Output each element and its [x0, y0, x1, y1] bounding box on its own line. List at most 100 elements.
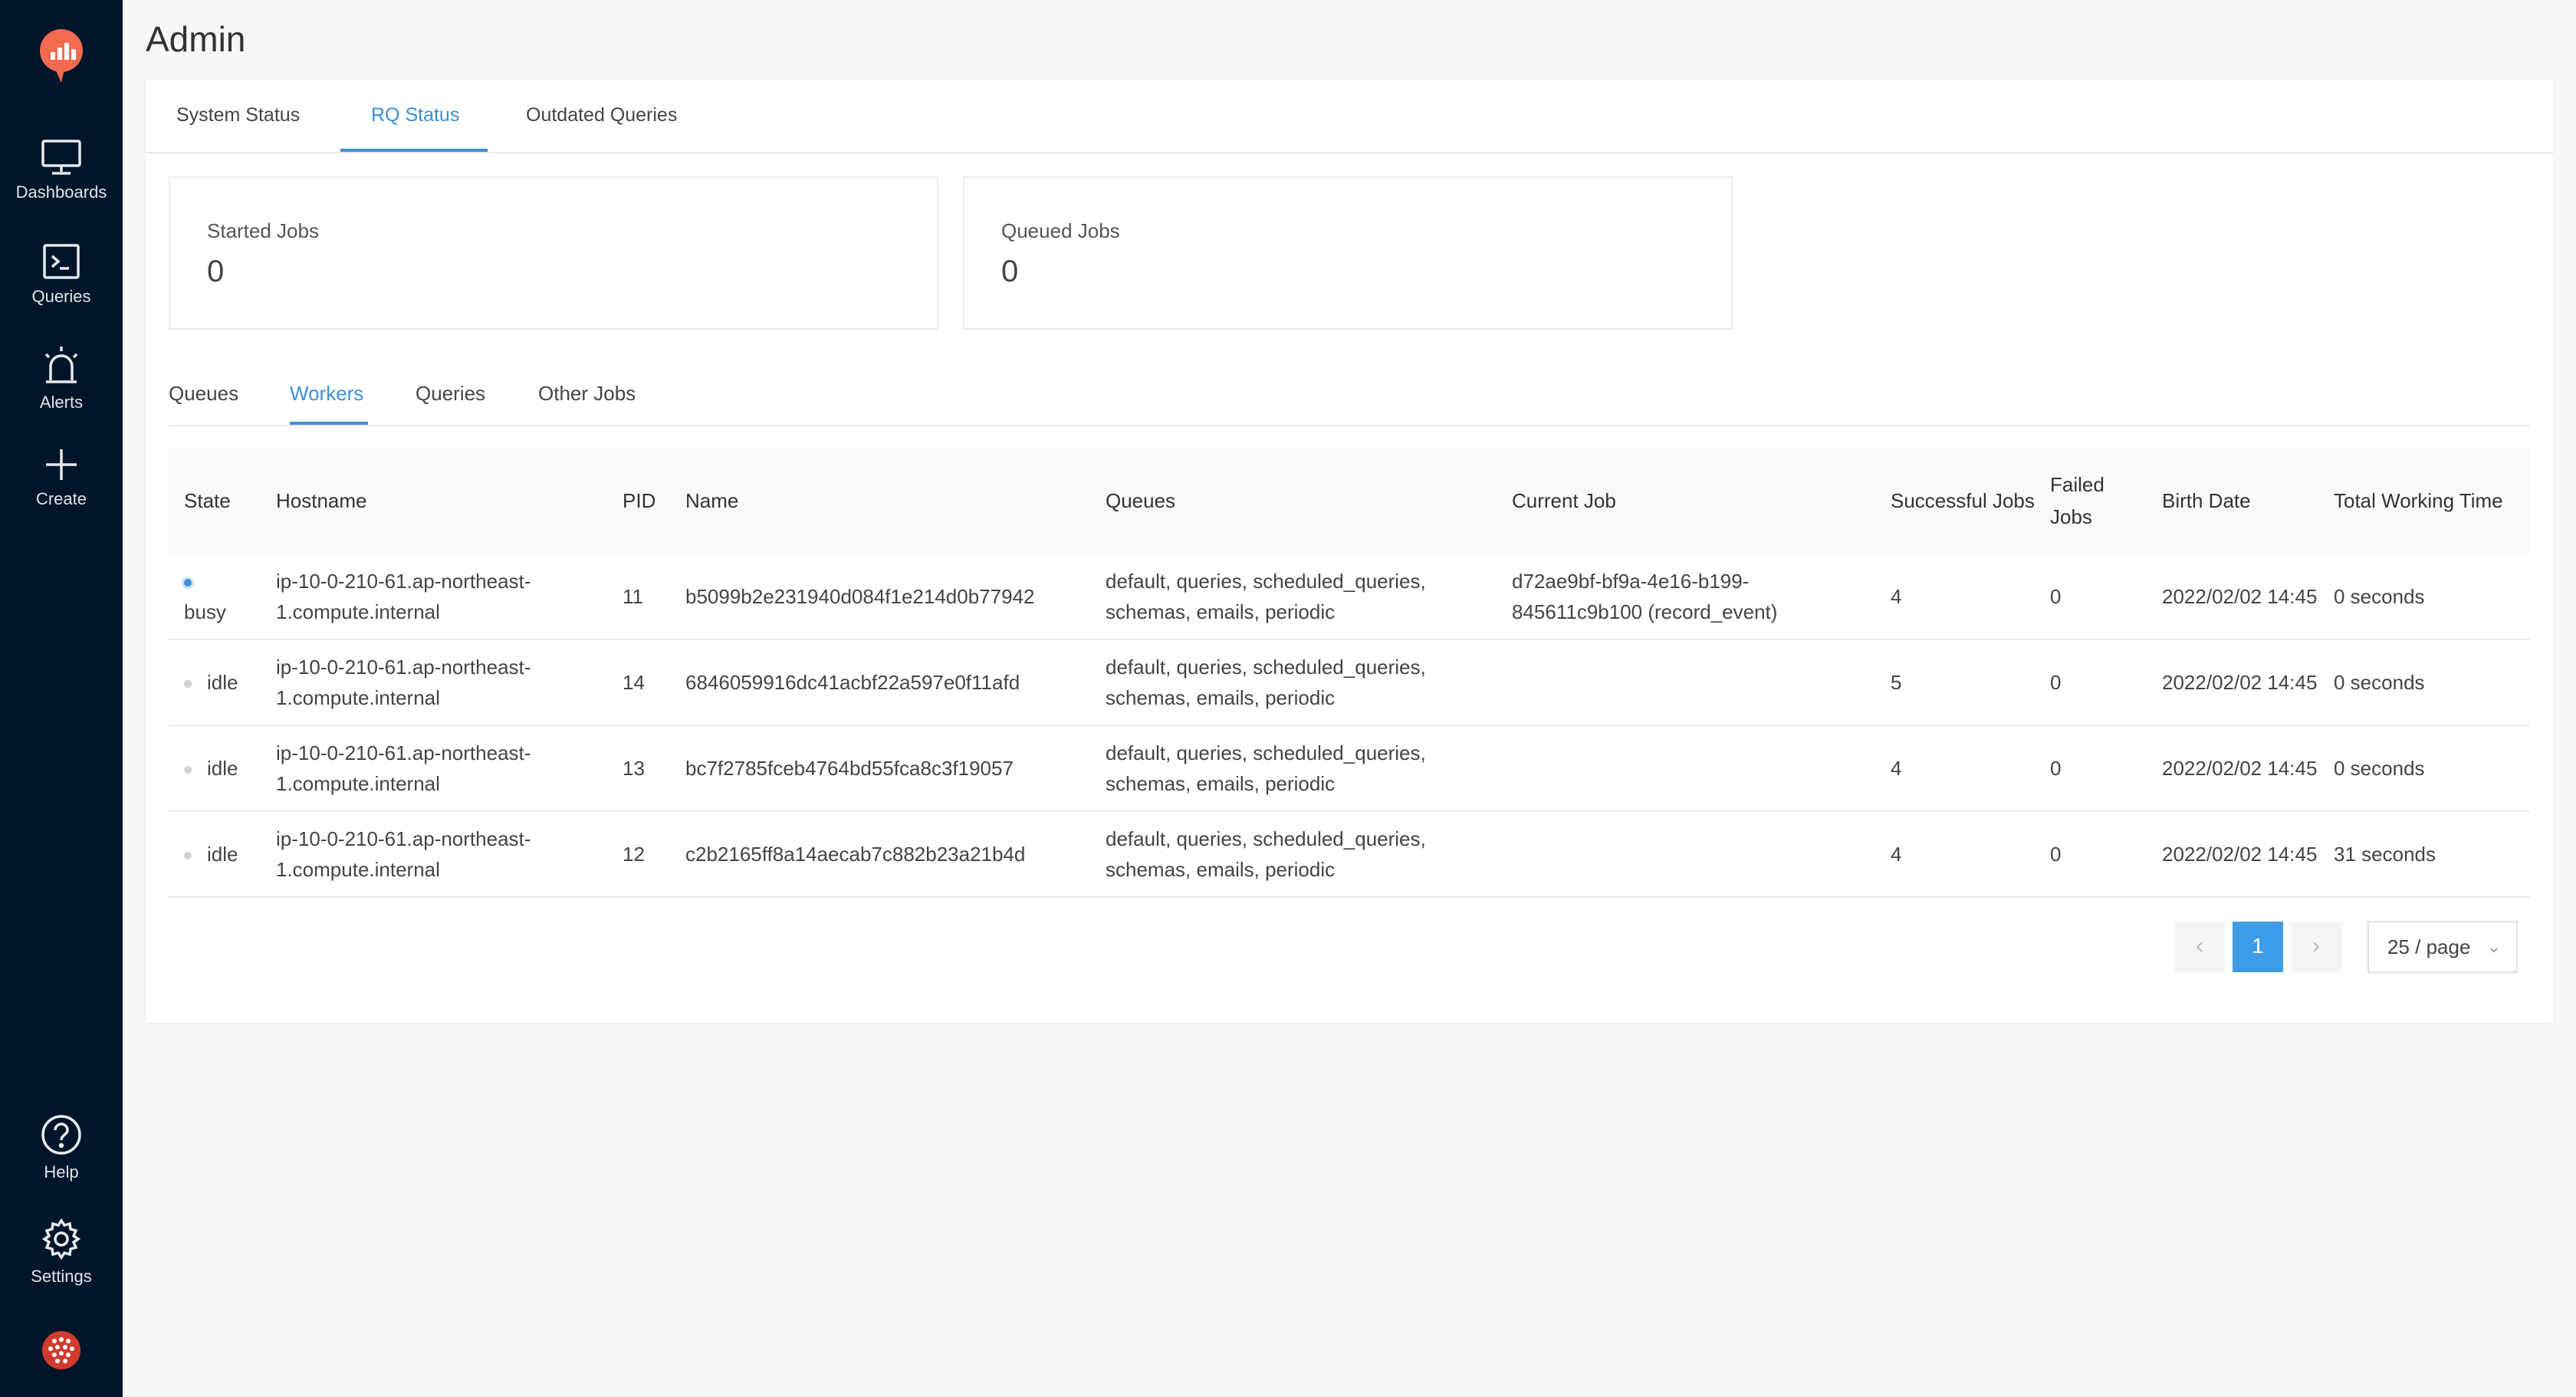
working-time-cell: 0 seconds — [2334, 671, 2425, 694]
status-dot-icon — [184, 852, 192, 860]
sidebar: Dashboards Queries Alerts Create Help Se… — [0, 0, 123, 1397]
sidebar-item-label: Alerts — [39, 393, 84, 412]
queues-cell: default, queries, scheduled_queries, sch… — [1106, 656, 1426, 709]
tab-active-indicator — [340, 149, 488, 152]
col-total-working-time[interactable]: Total Working Time — [2318, 448, 2530, 554]
state-cell: idle — [169, 639, 261, 725]
queued-jobs-card: Queued Jobs 0 — [963, 176, 1733, 330]
col-current-job[interactable]: Current Job — [1497, 448, 1875, 554]
subtab-queries[interactable]: Queries — [416, 382, 485, 406]
successful-jobs-cell: 4 — [1891, 757, 1902, 780]
state-text: idle — [207, 757, 238, 780]
name-cell: 6846059916dc41acbf22a597e0f11afd — [685, 671, 1020, 694]
col-name[interactable]: Name — [670, 448, 1090, 554]
started-jobs-label: Started Jobs — [207, 219, 319, 242]
name-cell: b5099b2e231940d084f1e214d0b77942 — [685, 584, 1035, 608]
plus-icon — [46, 449, 77, 480]
failed-jobs-cell: 0 — [2050, 757, 2062, 780]
failed-jobs-cell: 0 — [2050, 671, 2062, 694]
working-time-cell: 31 seconds — [2334, 843, 2436, 866]
alarm-icon — [44, 347, 78, 383]
working-time-cell: 0 seconds — [2334, 757, 2425, 780]
sidebar-item-alerts[interactable]: Alerts — [0, 345, 123, 413]
birth-date-cell: 2022/02/02 14:45 — [2162, 757, 2318, 780]
chevron-down-icon: ⌄ — [2486, 937, 2501, 956]
tab-system-status[interactable]: System Status — [176, 104, 300, 127]
pagination-page-1[interactable]: 1 — [2233, 922, 2283, 972]
rq-subtabs: Queues Workers Queries Other Jobs — [169, 368, 2530, 426]
sidebar-item-label: Help — [44, 1162, 79, 1182]
table-row: busy ip-10-0-210-61.ap-northeast-1.compu… — [169, 554, 2530, 639]
state-cell: idle — [169, 725, 261, 811]
sidebar-item-label: Create — [35, 489, 87, 508]
gear-icon — [41, 1218, 81, 1261]
current-job-cell — [1497, 811, 1875, 897]
tab-rq-status[interactable]: RQ Status — [371, 104, 459, 127]
hostname-cell: ip-10-0-210-61.ap-northeast-1.compute.in… — [276, 827, 531, 881]
started-jobs-value: 0 — [207, 255, 225, 288]
col-successful-jobs[interactable]: Successful Jobs — [1875, 448, 2035, 554]
terminal-icon — [43, 244, 80, 279]
status-dot-icon — [184, 680, 192, 689]
page-size-select[interactable]: 25 / page ⌄ — [2367, 921, 2518, 973]
sidebar-item-dashboards[interactable]: Dashboards — [0, 138, 123, 202]
col-queues[interactable]: Queues — [1090, 448, 1497, 554]
name-cell: bc7f2785fceb4764bd55fca8c3f19057 — [685, 757, 1014, 780]
help-icon — [41, 1115, 81, 1155]
pid-cell: 11 — [623, 584, 643, 608]
admin-tabs: System Status RQ Status Outdated Queries — [146, 80, 2553, 153]
queues-cell: default, queries, scheduled_queries, sch… — [1106, 741, 1426, 795]
name-cell: c2b2165ff8a14aecab7c882b23a21b4d — [685, 843, 1026, 866]
sidebar-item-label: Queries — [31, 287, 91, 306]
birth-date-cell: 2022/02/02 14:45 — [2162, 671, 2318, 694]
sidebar-item-label: Dashboards — [15, 182, 107, 202]
successful-jobs-cell: 5 — [1891, 671, 1902, 694]
col-hostname[interactable]: Hostname — [261, 448, 607, 554]
state-text: busy — [184, 600, 226, 623]
pid-cell: 14 — [623, 671, 645, 694]
status-dot-icon — [184, 766, 192, 774]
main-content: Admin System Status RQ Status Outdated Q… — [123, 0, 2576, 1397]
successful-jobs-cell: 4 — [1891, 843, 1902, 866]
subtab-workers[interactable]: Workers — [290, 382, 363, 406]
col-pid[interactable]: PID — [607, 448, 670, 554]
state-text: idle — [207, 843, 238, 866]
pid-cell: 12 — [623, 843, 645, 866]
birth-date-cell: 2022/02/02 14:45 — [2162, 843, 2318, 866]
table-row: idle ip-10-0-210-61.ap-northeast-1.compu… — [169, 725, 2530, 811]
sidebar-item-help[interactable]: Help — [0, 1113, 123, 1182]
current-job-cell — [1497, 725, 1875, 811]
table-header-row: State Hostname PID Name Queues Current J… — [169, 448, 2530, 554]
pagination-next-button[interactable]: › — [2291, 922, 2341, 972]
page-size-value: 25 / page — [2387, 935, 2471, 958]
sidebar-item-label: Settings — [31, 1267, 92, 1286]
subtab-queues[interactable]: Queues — [169, 382, 238, 406]
workers-table: State Hostname PID Name Queues Current J… — [169, 448, 2530, 898]
queued-jobs-label: Queued Jobs — [1001, 219, 1120, 242]
current-job-cell — [1497, 639, 1875, 725]
status-dot-icon — [184, 578, 192, 587]
sidebar-item-settings[interactable]: Settings — [0, 1218, 123, 1287]
col-birth-date[interactable]: Birth Date — [2147, 448, 2318, 554]
current-job-cell: d72ae9bf-bf9a-4e16-b199-845611c9b100 (re… — [1512, 569, 1778, 623]
pagination-prev-button[interactable]: ‹ — [2174, 922, 2225, 972]
failed-jobs-cell: 0 — [2050, 584, 2062, 608]
state-cell: busy — [169, 554, 261, 639]
state-cell: idle — [169, 811, 261, 897]
queues-cell: default, queries, scheduled_queries, sch… — [1106, 827, 1426, 881]
sidebar-item-create[interactable]: Create — [0, 446, 123, 509]
failed-jobs-cell: 0 — [2050, 843, 2062, 866]
subtab-other-jobs[interactable]: Other Jobs — [538, 382, 636, 406]
redash-logo-icon[interactable] — [35, 26, 87, 87]
successful-jobs-cell: 4 — [1891, 584, 1902, 608]
admin-card: System Status RQ Status Outdated Queries… — [146, 80, 2553, 1023]
queued-jobs-value: 0 — [1001, 255, 1019, 288]
col-failed-jobs[interactable]: Failed Jobs — [2035, 448, 2147, 554]
sidebar-item-queries[interactable]: Queries — [0, 242, 123, 307]
monitor-icon — [41, 140, 81, 175]
subtab-active-indicator — [290, 422, 368, 425]
avatar[interactable] — [41, 1330, 81, 1370]
page-title: Admin — [146, 19, 246, 59]
tab-outdated-queries[interactable]: Outdated Queries — [526, 104, 677, 127]
col-state[interactable]: State — [169, 448, 261, 554]
